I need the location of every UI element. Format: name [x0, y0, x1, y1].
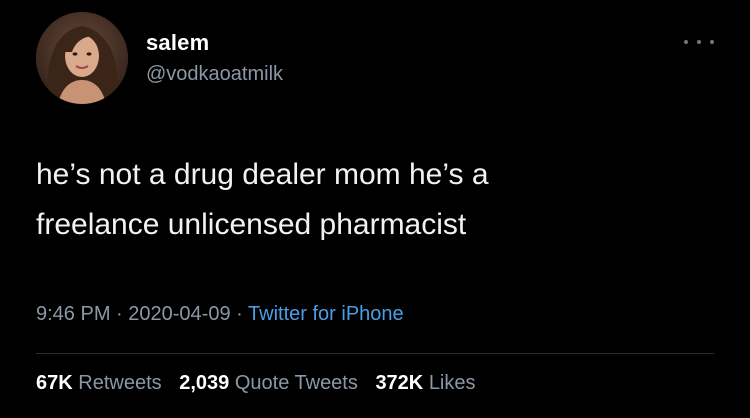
tweet-time[interactable]: 9:46 PM: [36, 303, 110, 325]
meta-separator: ·: [116, 303, 123, 325]
tweet-stats: 67K Retweets 2,039 Quote Tweets 372K Lik…: [36, 372, 488, 395]
tweet-source[interactable]: Twitter for iPhone: [248, 303, 404, 325]
retweets-count: 67K: [36, 372, 73, 394]
dot: [697, 40, 701, 44]
likes-count: 372K: [375, 372, 424, 394]
author-handle[interactable]: @vodkaoatmilk: [146, 63, 283, 86]
quote-tweets-stat[interactable]: 2,039 Quote Tweets: [179, 372, 363, 394]
author-name[interactable]: salem: [146, 30, 209, 56]
likes-stat[interactable]: 372K Likes: [375, 372, 475, 394]
dot: [710, 40, 714, 44]
more-options-icon[interactable]: [684, 36, 714, 48]
likes-label: Likes: [428, 372, 476, 394]
meta-separator: ·: [236, 303, 243, 325]
divider: [36, 353, 714, 354]
tweet-metadata: 9:46 PM · 2020-04-09 · Twitter for iPhon…: [36, 303, 404, 326]
retweets-label: Retweets: [78, 372, 162, 394]
avatar[interactable]: [36, 12, 128, 104]
dot: [684, 40, 688, 44]
quote-tweets-label: Quote Tweets: [234, 372, 358, 394]
quote-tweets-count: 2,039: [179, 372, 230, 394]
tweet-date[interactable]: 2020-04-09: [128, 303, 230, 325]
retweets-stat[interactable]: 67K Retweets: [36, 372, 167, 394]
tweet-card: salem @vodkaoatmilk he’s not a drug deal…: [0, 0, 750, 418]
avatar-photo-icon: [36, 12, 128, 104]
tweet-text: he’s not a drug dealer mom he’s a freela…: [36, 158, 489, 241]
